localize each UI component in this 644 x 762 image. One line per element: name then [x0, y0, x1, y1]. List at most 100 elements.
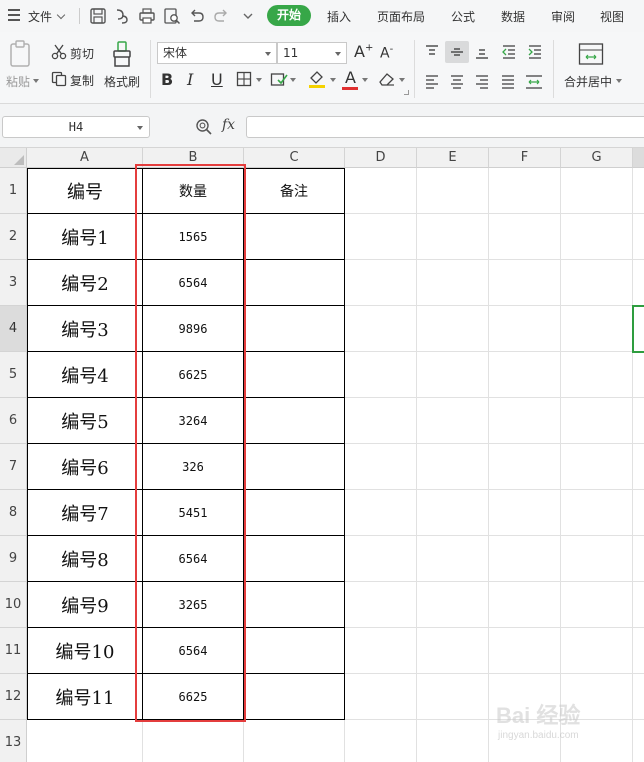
cell-a7[interactable]: 编号6	[27, 444, 143, 490]
fill-color-dropdown-icon[interactable]	[330, 78, 336, 82]
merge-center-icon[interactable]	[578, 42, 604, 66]
cell-c8[interactable]	[244, 490, 345, 536]
format-painter-icon[interactable]	[111, 40, 135, 68]
zoom-find-icon[interactable]	[195, 118, 213, 136]
column-header-g[interactable]: G	[561, 148, 633, 168]
font-name-select[interactable]: 宋体	[157, 42, 277, 64]
header-id: 编号	[67, 182, 103, 203]
select-all-corner[interactable]	[0, 148, 27, 168]
increase-font-button[interactable]: A+	[354, 42, 373, 61]
decrease-font-button[interactable]: A-	[380, 44, 393, 62]
tab-page-layout[interactable]: 页面布局	[377, 8, 425, 25]
column-header-a[interactable]: A	[27, 148, 143, 168]
cell-a2[interactable]: 编号1	[27, 214, 143, 260]
paste-dropdown-icon[interactable]	[33, 79, 39, 83]
chevron-down-icon[interactable]	[56, 10, 66, 20]
distributed-align-icon[interactable]	[525, 73, 543, 89]
cell-a10[interactable]: 编号9	[27, 582, 143, 628]
active-cell-selection[interactable]	[632, 305, 644, 353]
font-size-select[interactable]: 11	[277, 42, 347, 64]
column-header-h[interactable]	[633, 148, 644, 168]
borders-icon[interactable]	[236, 71, 252, 87]
cell-a5[interactable]: 编号4	[27, 352, 143, 398]
column-header-f[interactable]: F	[489, 148, 561, 168]
align-left-icon[interactable]	[424, 73, 440, 89]
format-painter-button[interactable]: 格式刷	[104, 73, 140, 90]
cell-a9[interactable]: 编号8	[27, 536, 143, 582]
increase-font-letter: A	[354, 42, 365, 61]
align-top-icon[interactable]	[424, 44, 440, 60]
column-header-d[interactable]: D	[345, 148, 417, 168]
cell-c7[interactable]	[244, 444, 345, 490]
cell-a4[interactable]: 编号3	[27, 306, 143, 352]
print-icon[interactable]	[138, 7, 156, 25]
tab-insert[interactable]: 插入	[327, 8, 351, 25]
cell-c10[interactable]	[244, 582, 345, 628]
align-center-icon[interactable]	[449, 73, 465, 89]
print-preview-icon[interactable]	[163, 7, 181, 25]
align-right-icon[interactable]	[474, 73, 490, 89]
column-header-c[interactable]: C	[244, 148, 345, 168]
column-header-e[interactable]: E	[417, 148, 489, 168]
cell-style-icon[interactable]	[270, 71, 288, 87]
underline-button[interactable]: U	[211, 70, 223, 89]
merge-center-dropdown-icon[interactable]	[616, 79, 622, 83]
watermark-url: jingyan.baidu.com	[498, 730, 579, 741]
eraser-icon[interactable]	[378, 71, 396, 87]
name-box[interactable]: H4	[2, 116, 150, 138]
row-id: 编号1	[61, 227, 109, 249]
redo-icon[interactable]	[212, 7, 230, 25]
cell-a6[interactable]: 编号5	[27, 398, 143, 444]
hamburger-menu-icon[interactable]	[8, 9, 20, 21]
increase-indent-icon[interactable]	[527, 44, 543, 60]
copy-icon[interactable]	[51, 71, 67, 87]
tab-formulas[interactable]: 公式	[451, 8, 475, 25]
file-menu[interactable]: 文件	[28, 8, 52, 25]
undo-icon[interactable]	[188, 7, 206, 25]
cell-style-dropdown-icon[interactable]	[290, 78, 296, 82]
save-icon[interactable]	[89, 7, 107, 25]
cell-a12[interactable]: 编号11	[27, 674, 143, 720]
tab-view[interactable]: 视图	[600, 8, 624, 25]
cell-a11[interactable]: 编号10	[27, 628, 143, 674]
align-middle-button[interactable]	[445, 41, 469, 63]
cell-c9[interactable]	[244, 536, 345, 582]
eraser-dropdown-icon[interactable]	[399, 78, 405, 82]
cell-a3[interactable]: 编号2	[27, 260, 143, 306]
cell-c5[interactable]	[244, 352, 345, 398]
justify-icon[interactable]	[500, 73, 516, 89]
font-color-dropdown-icon[interactable]	[362, 78, 368, 82]
cell-c4[interactable]	[244, 306, 345, 352]
copy-button[interactable]: 复制	[70, 72, 94, 89]
font-color-button[interactable]: A	[345, 68, 356, 87]
tab-review[interactable]: 审阅	[551, 8, 575, 25]
customize-toolbar-icon[interactable]	[239, 7, 257, 25]
italic-button[interactable]: I	[187, 70, 193, 89]
ribbon-divider	[553, 40, 554, 98]
paste-icon[interactable]	[8, 40, 34, 68]
decrease-indent-icon[interactable]	[501, 44, 517, 60]
formula-input[interactable]	[246, 116, 644, 138]
align-bottom-icon[interactable]	[474, 44, 490, 60]
cell-a8[interactable]: 编号7	[27, 490, 143, 536]
bold-button[interactable]: B	[161, 70, 173, 89]
cell-a1[interactable]: 编号	[27, 168, 143, 214]
tab-data[interactable]: 数据	[501, 8, 525, 25]
cell-c6[interactable]	[244, 398, 345, 444]
tab-home[interactable]: 开始	[267, 5, 311, 26]
borders-dropdown-icon[interactable]	[256, 78, 262, 82]
select-all-icon	[14, 155, 24, 165]
font-dialog-launcher[interactable]	[404, 90, 409, 95]
cell-c1[interactable]: 备注	[244, 168, 345, 214]
insert-function-button[interactable]: fx	[222, 117, 235, 133]
fill-color-icon[interactable]	[307, 69, 327, 89]
cell-c12[interactable]	[244, 674, 345, 720]
cut-button[interactable]: 剪切	[70, 45, 94, 62]
cell-c3[interactable]	[244, 260, 345, 306]
cell-c2[interactable]	[244, 214, 345, 260]
output-pdf-icon[interactable]	[113, 7, 131, 25]
cell-c11[interactable]	[244, 628, 345, 674]
scissors-icon[interactable]	[51, 44, 67, 60]
merge-center-button[interactable]: 合并居中	[564, 73, 612, 90]
paste-button[interactable]: 粘贴	[6, 73, 30, 90]
